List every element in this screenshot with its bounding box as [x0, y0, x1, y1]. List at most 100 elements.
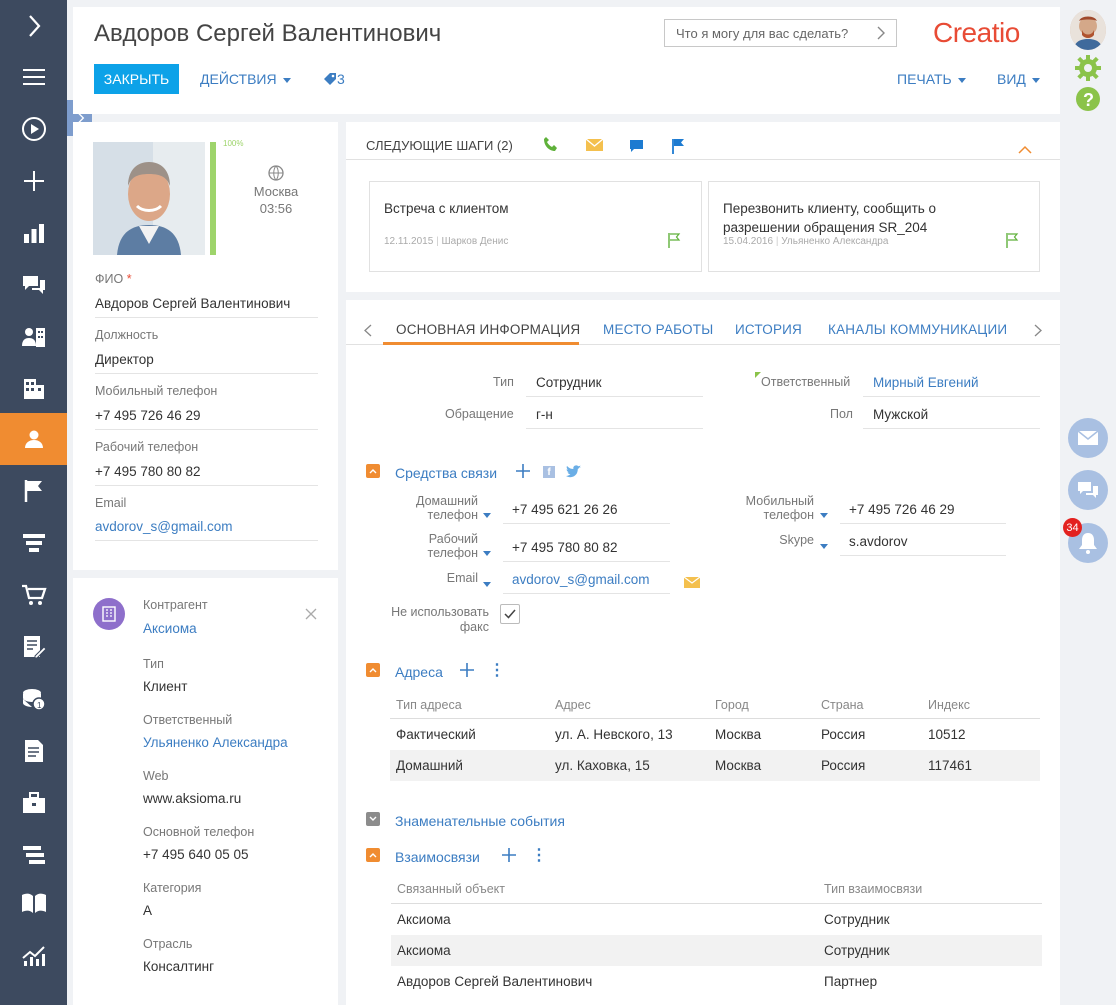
column-header[interactable]: Адрес: [555, 698, 591, 712]
owner-link[interactable]: Мирный Евгений: [873, 375, 979, 390]
work-phone-field[interactable]: +7 495 780 80 82: [512, 540, 617, 555]
events-section-title[interactable]: Знаменательные события: [395, 813, 565, 829]
user-avatar[interactable]: [1070, 10, 1106, 50]
next-step-card[interactable]: Встреча с клиентом 12.11.2015 | Шарков Д…: [369, 181, 702, 272]
column-header[interactable]: Страна: [821, 698, 864, 712]
tags-button[interactable]: 3: [323, 71, 345, 87]
mobile-phone-type-dropdown[interactable]: [820, 506, 828, 521]
next-step-card[interactable]: Перезвонить клиенту, сообщить о разрешен…: [708, 181, 1040, 272]
accounts-building-icon[interactable]: [0, 363, 67, 415]
skype-type-dropdown[interactable]: [820, 537, 828, 552]
documents-page-icon[interactable]: [0, 725, 67, 777]
table-row[interactable]: Аксиома Сотрудник: [391, 935, 1042, 966]
call-phone-icon[interactable]: [543, 136, 559, 155]
work-phone-field[interactable]: +7 495 780 80 82: [95, 464, 200, 479]
column-header[interactable]: Связанный объект: [397, 882, 505, 896]
communication-section-title[interactable]: Средства связи: [395, 465, 497, 481]
account-owner-link[interactable]: Ульяненко Александра: [143, 735, 288, 750]
gear-icon[interactable]: [1075, 55, 1101, 84]
job-title-field[interactable]: Директор: [95, 352, 154, 367]
orders-cart-icon[interactable]: [0, 569, 67, 621]
column-header[interactable]: Тип адреса: [396, 698, 462, 712]
table-row[interactable]: Домашний ул. Каховка, 15 Москва Россия 1…: [390, 750, 1040, 781]
table-cell: Домашний: [396, 758, 463, 773]
collapse-chevron-up-icon[interactable]: [1018, 142, 1032, 157]
projects-briefcase-icon[interactable]: [0, 777, 67, 829]
contact-photo[interactable]: [93, 142, 205, 255]
table-row[interactable]: Авдоров Сергей Валентинович Партнер: [391, 966, 1042, 997]
collapse-section-chevron-icon[interactable]: [366, 663, 380, 677]
help-question-icon[interactable]: ?: [1075, 86, 1101, 115]
add-plus-icon[interactable]: [460, 663, 474, 680]
work-phone-type-dropdown[interactable]: [483, 544, 491, 559]
command-search-input[interactable]: Что я могу для вас сделать?: [664, 19, 897, 47]
owner-label: Ответственный: [761, 375, 851, 389]
account-link[interactable]: Аксиома: [143, 621, 197, 636]
more-options-icon[interactable]: ⋮: [489, 660, 505, 680]
salutation-field[interactable]: г-н: [536, 407, 553, 422]
print-menu-button[interactable]: ПЕЧАТЬ: [897, 71, 966, 87]
table-row[interactable]: Аксиома Сотрудник: [391, 904, 1042, 935]
gender-field[interactable]: Мужской: [873, 407, 928, 422]
tabs-scroll-left-chevron-icon[interactable]: [364, 324, 372, 340]
full-name-field[interactable]: Авдоров Сергей Валентинович: [95, 296, 290, 311]
addresses-section-title[interactable]: Адреса: [395, 664, 443, 680]
mobile-phone-field[interactable]: +7 495 726 46 29: [95, 408, 200, 423]
contacts-building-icon[interactable]: [0, 311, 67, 363]
cases-stack-icon[interactable]: [0, 829, 67, 881]
no-fax-checkbox[interactable]: [500, 604, 520, 624]
more-options-icon[interactable]: ⋮: [531, 845, 547, 865]
feed-chat-icon[interactable]: [0, 259, 67, 311]
dashboards-chart-icon[interactable]: [0, 207, 67, 259]
tab-history[interactable]: ИСТОРИЯ: [735, 322, 802, 337]
email-type-dropdown[interactable]: [483, 575, 491, 590]
activities-flag-icon[interactable]: [0, 465, 67, 517]
email-envelope-icon[interactable]: [585, 138, 604, 154]
main-details-panel: ОСНОВНАЯ ИНФОРМАЦИЯ МЕСТО РАБОТЫ ИСТОРИЯ…: [346, 300, 1060, 1005]
send-email-envelope-icon[interactable]: [683, 576, 701, 591]
email-field[interactable]: avdorov_s@gmail.com: [512, 572, 650, 587]
tab-main-info[interactable]: ОСНОВНАЯ ИНФОРМАЦИЯ: [396, 322, 580, 337]
contact-person-icon[interactable]: [0, 413, 67, 465]
tab-workplace[interactable]: МЕСТО РАБОТЫ: [603, 322, 713, 337]
tabs-scroll-right-chevron-icon[interactable]: [1034, 324, 1042, 340]
mobile-phone-field[interactable]: +7 495 726 46 29: [849, 502, 954, 517]
tab-communication-channels[interactable]: КАНАЛЫ КОММУНИКАЦИИ: [828, 322, 1007, 337]
table-cell: Сотрудник: [824, 912, 890, 927]
add-plus-icon[interactable]: [0, 155, 67, 207]
type-field[interactable]: Сотрудник: [536, 375, 602, 390]
contracts-document-edit-icon[interactable]: [0, 621, 67, 673]
collapse-section-chevron-icon[interactable]: [366, 848, 380, 862]
relations-section-title[interactable]: Взаимосвязи: [395, 849, 480, 865]
invoices-coins-icon[interactable]: 1: [0, 673, 67, 725]
skype-label: Skype: [779, 533, 814, 547]
collapse-section-chevron-icon[interactable]: [366, 464, 380, 478]
chat-bubbles-icon[interactable]: [1068, 470, 1108, 510]
close-icon[interactable]: [305, 608, 317, 623]
column-header[interactable]: Город: [715, 698, 749, 712]
column-header[interactable]: Тип взаимосвязи: [824, 882, 922, 896]
play-process-icon[interactable]: [0, 103, 67, 155]
expand-section-chevron-icon[interactable]: [366, 812, 380, 826]
add-plus-icon[interactable]: [502, 848, 516, 865]
add-plus-icon[interactable]: [516, 464, 530, 481]
skype-field[interactable]: s.avdorov: [849, 534, 908, 549]
home-phone-type-dropdown[interactable]: [483, 506, 491, 521]
table-row[interactable]: Фактический ул. А. Невского, 13 Москва Р…: [390, 719, 1040, 750]
twitter-icon[interactable]: [566, 465, 581, 481]
close-button[interactable]: ЗАКРЫТЬ: [94, 64, 179, 94]
expand-menu-chevron-icon[interactable]: [0, 0, 67, 52]
actions-menu-button[interactable]: ДЕЙСТВИЯ: [200, 71, 291, 87]
column-header[interactable]: Индекс: [928, 698, 970, 712]
email-link[interactable]: avdorov_s@gmail.com: [95, 519, 233, 534]
email-envelope-icon[interactable]: [1068, 418, 1108, 458]
leads-funnel-icon[interactable]: [0, 517, 67, 569]
knowledge-base-book-icon[interactable]: [0, 877, 67, 929]
view-menu-button[interactable]: ВИД: [997, 71, 1040, 87]
analytics-trend-icon[interactable]: [0, 929, 67, 981]
comment-bubble-icon[interactable]: [629, 139, 644, 157]
facebook-icon[interactable]: f: [543, 466, 555, 478]
home-phone-field[interactable]: +7 495 621 26 26: [512, 502, 617, 517]
task-flag-icon[interactable]: [671, 138, 685, 157]
hamburger-menu-icon[interactable]: [0, 51, 67, 103]
